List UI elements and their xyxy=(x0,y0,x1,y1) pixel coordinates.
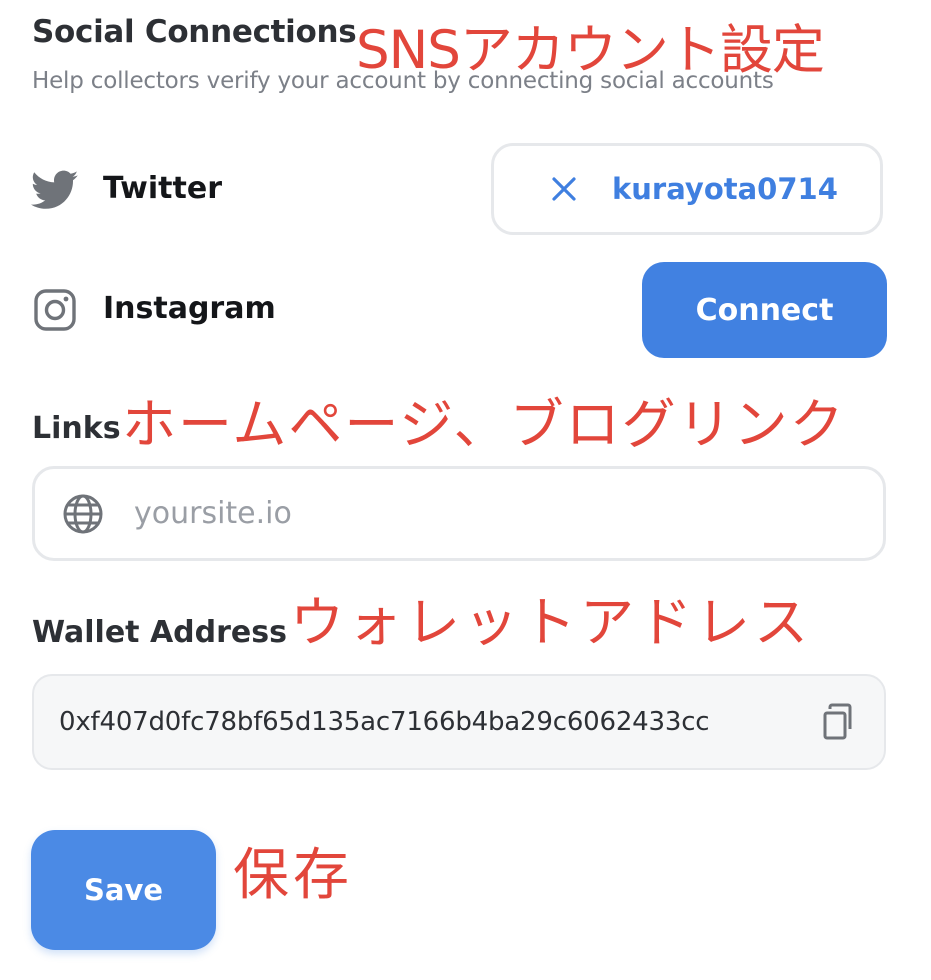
wallet-address-value: 0xf407d0fc78bf65d135ac7166b4ba29c6062433… xyxy=(59,707,710,737)
twitter-connected-account[interactable]: kurayota0714 xyxy=(491,143,883,235)
twitter-label: Twitter xyxy=(103,171,222,206)
social-connections-subtitle: Help collectors verify your account by c… xyxy=(32,68,774,94)
links-label: Links xyxy=(32,411,121,446)
links-annotation: ホームページ、ブログリンク xyxy=(122,393,846,456)
instagram-icon xyxy=(31,286,79,334)
save-button[interactable]: Save xyxy=(31,830,216,950)
social-settings-panel: Social Connections SNSアカウント設定 Help colle… xyxy=(0,0,931,980)
copy-icon[interactable] xyxy=(822,703,856,741)
twitter-bird-icon xyxy=(31,166,79,214)
twitter-handle: kurayota0714 xyxy=(612,172,838,206)
wallet-address-field: 0xf407d0fc78bf65d135ac7166b4ba29c6062433… xyxy=(32,674,886,770)
wallet-annotation: ウォレットアドレス xyxy=(290,591,812,654)
social-connections-title: Social Connections xyxy=(32,14,357,50)
links-input[interactable] xyxy=(134,496,854,531)
globe-icon xyxy=(62,493,104,535)
save-annotation: 保存 xyxy=(233,843,353,908)
instagram-connect-button[interactable]: Connect xyxy=(642,262,887,358)
links-field[interactable] xyxy=(32,466,886,561)
wallet-address-label: Wallet Address xyxy=(32,615,287,650)
instagram-label: Instagram xyxy=(103,291,276,326)
close-icon[interactable] xyxy=(549,174,579,204)
